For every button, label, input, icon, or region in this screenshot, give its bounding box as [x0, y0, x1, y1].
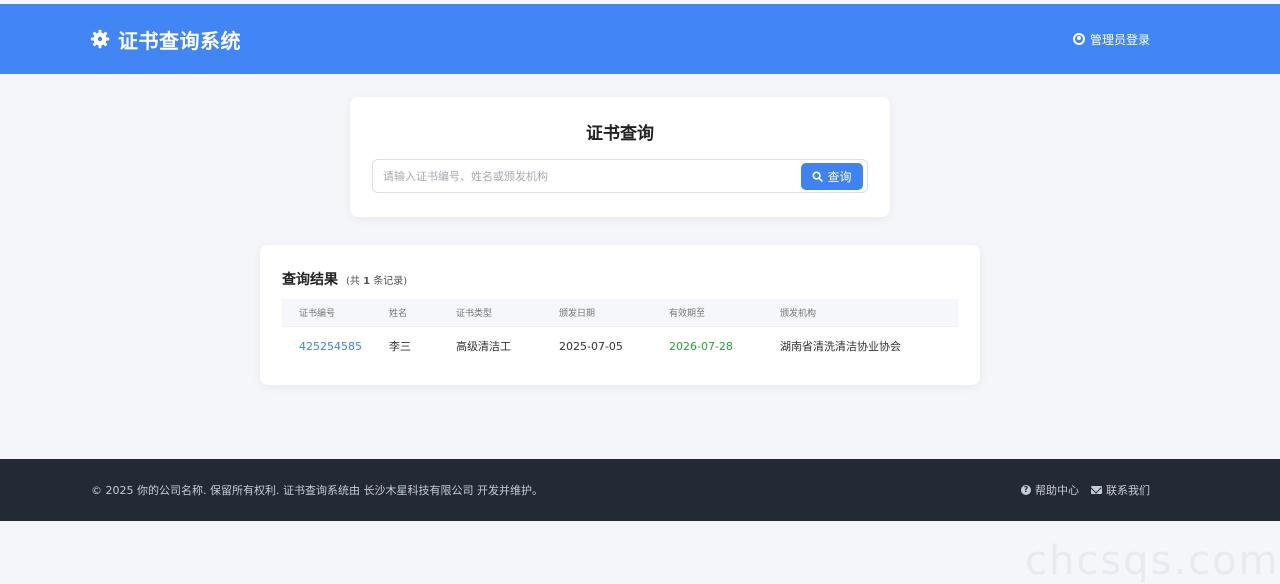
table-row: 425254585 李三 高级清洁工 2025-07-05 2026-07-28…	[282, 327, 958, 365]
brand[interactable]: 证书查询系统	[90, 25, 241, 54]
help-center-label: 帮助中心	[1035, 484, 1079, 497]
results-card: 查询结果 (共 1 条记录) 证书编号 姓名 证书类型 颁发日期 有效期至 颁发…	[260, 245, 980, 385]
search-card: 证书查询 查询	[350, 97, 890, 217]
gear-icon	[90, 29, 110, 49]
watermark: chcsqs.com	[1025, 538, 1280, 584]
footer-links: ? 帮助中心 联系我们	[1009, 482, 1150, 498]
search-title: 证书查询	[586, 124, 654, 144]
cell-type: 高级清洁工	[456, 340, 511, 353]
results-header: 查询结果 (共 1 条记录)	[282, 269, 407, 289]
column-header-cert-no: 证书编号	[299, 309, 336, 319]
column-header-type: 证书类型	[456, 309, 493, 319]
envelope-icon	[1091, 486, 1102, 494]
results-count-prefix: (共	[346, 276, 360, 287]
cell-valid-until: 2026-07-28	[669, 339, 733, 353]
help-center-link[interactable]: ? 帮助中心	[1021, 482, 1079, 498]
results-count-number: 1	[363, 276, 371, 287]
table-header: 证书编号 姓名 证书类型 颁发日期 有效期至 颁发机构	[282, 299, 958, 327]
cell-issuer: 湖南省清洗清洁协业协会	[780, 340, 901, 353]
column-header-valid-until: 有效期至	[669, 309, 706, 319]
site-header: 证书查询系统 管理员登录	[0, 4, 1280, 74]
cell-name: 李三	[389, 340, 411, 353]
results-count: (共 1 条记录)	[346, 272, 407, 287]
results-title: 查询结果	[282, 272, 338, 288]
search-box: 查询	[372, 159, 868, 193]
contact-link[interactable]: 联系我们	[1091, 482, 1150, 498]
admin-login-link[interactable]: 管理员登录	[1072, 31, 1150, 48]
copyright-text: © 2025 你的公司名称. 保留所有权利. 证书查询系统由 长沙木星科技有限公…	[91, 484, 543, 497]
column-header-issuer: 颁发机构	[780, 309, 817, 319]
admin-login-label: 管理员登录	[1089, 32, 1150, 47]
search-input[interactable]	[383, 166, 793, 186]
cert-no-link[interactable]: 425254585	[282, 340, 389, 353]
contact-label: 联系我们	[1106, 484, 1150, 497]
search-button[interactable]: 查询	[801, 163, 863, 190]
search-button-label: 查询	[827, 170, 852, 184]
site-title: 证书查询系统	[118, 28, 241, 53]
cell-issue-date: 2025-07-05	[559, 339, 623, 353]
column-header-name: 姓名	[389, 309, 408, 319]
results-count-suffix: 条记录)	[373, 276, 408, 287]
question-circle-icon: ?	[1021, 485, 1031, 495]
user-icon	[1072, 33, 1085, 45]
site-footer: © 2025 你的公司名称. 保留所有权利. 证书查询系统由 长沙木星科技有限公…	[0, 459, 1280, 521]
column-header-issue-date: 颁发日期	[559, 309, 596, 319]
search-icon	[812, 171, 824, 182]
results-table: 证书编号 姓名 证书类型 颁发日期 有效期至 颁发机构 425254585 李三…	[282, 299, 958, 365]
